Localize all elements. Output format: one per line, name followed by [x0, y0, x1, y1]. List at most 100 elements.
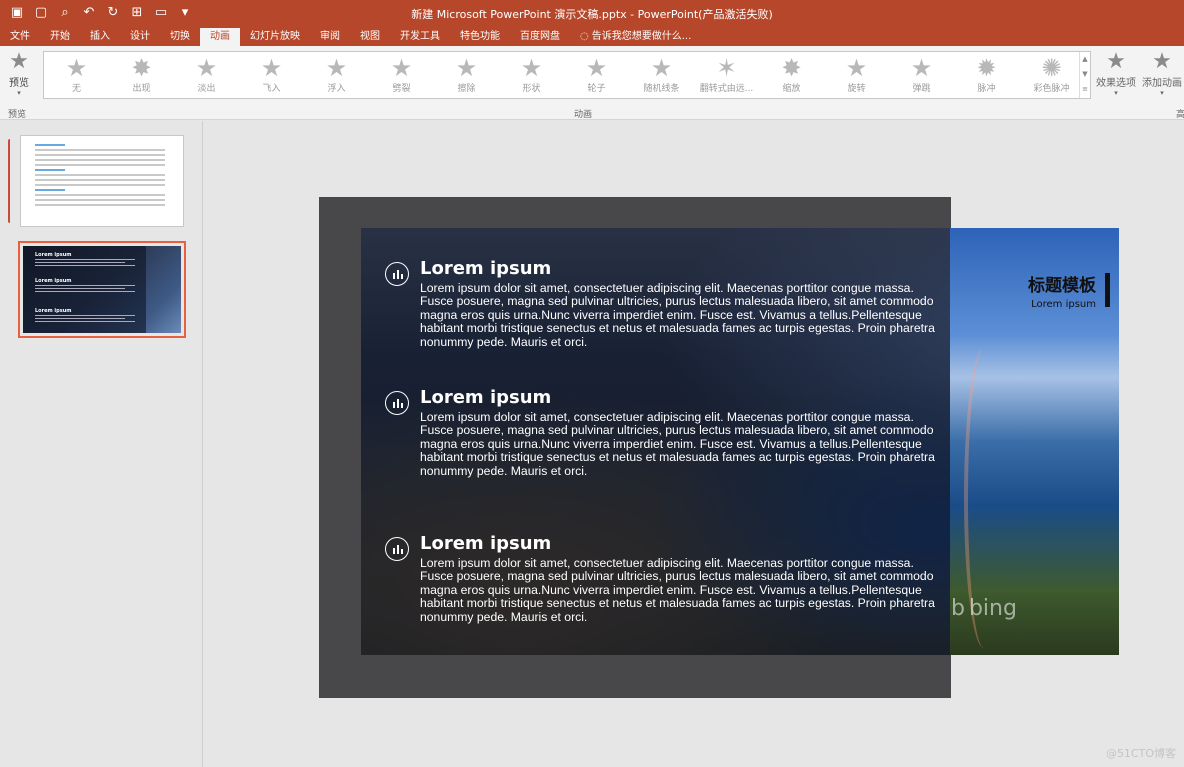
tab-special[interactable]: 特色功能 [450, 28, 510, 46]
thumb2-heading: Lorem ipsum [35, 308, 72, 314]
add-animation-label: 添加动画 [1142, 78, 1182, 89]
thumb-marker [8, 139, 12, 223]
preview-group-label: 预览 [8, 110, 27, 120]
anim-label: 缩放 [782, 84, 801, 94]
star-icon: ✸ [781, 54, 802, 82]
effect-options-label: 效果选项 [1096, 78, 1136, 89]
star-icon: ✸ [131, 54, 152, 82]
animation-gallery: ★ 无 ✸ 出现 ★ 淡出 ★ 飞入 ★ 浮入 ★ 劈裂 ★ 擦除 ★ 形状 ★ 轮子 ★ 随机线条… [43, 51, 1091, 99]
preview-button[interactable]: ★ 预览 ▾ [4, 50, 34, 98]
tab-file[interactable]: 文件 [0, 28, 40, 46]
star-icon: ★ [260, 54, 283, 82]
anim-shape[interactable]: ★ 形状 [499, 52, 564, 98]
advanced-group-label: 高 [1176, 110, 1184, 120]
tab-animations[interactable]: 动画 [200, 28, 240, 46]
slide-heading: 标题模板 [1028, 276, 1096, 296]
anim-fade[interactable]: ★ 淡出 [174, 52, 239, 98]
star-icon: ✶ [716, 54, 737, 82]
gallery-more-icon[interactable]: ≡ [1080, 82, 1090, 97]
effect-options-icon: ★ [1106, 49, 1126, 74]
star-icon: ✺ [1041, 54, 1062, 82]
anim-color-pulse[interactable]: ✺ 彩色脉冲 [1019, 52, 1084, 98]
add-animation-button[interactable]: ★ 添加动画 ▾ [1140, 50, 1184, 97]
tab-insert[interactable]: 插入 [80, 28, 120, 46]
anim-label: 形状 [522, 84, 541, 94]
star-icon: ★ [195, 54, 218, 82]
anim-label: 弹跳 [912, 84, 931, 94]
title-bar: ▣ ▢ ⌕ ↶ ↻ ⊞ ▭ ▾ 新建 Microsoft PowerPoint … [0, 0, 1184, 28]
anim-label: 轮子 [587, 84, 606, 94]
lightbulb-icon: ◌ [580, 31, 589, 42]
tab-baidu[interactable]: 百度网盘 [510, 28, 570, 46]
anim-random-bars[interactable]: ★ 随机线条 [629, 52, 694, 98]
slide-thumbnail-2[interactable]: Lorem ipsum Lorem ipsum Lorem ipsum [18, 241, 186, 338]
anim-label: 旋转 [847, 84, 866, 94]
anim-none[interactable]: ★ 无 [44, 52, 109, 98]
anim-fly-in[interactable]: ★ 飞入 [239, 52, 304, 98]
slide[interactable]: Lorem ipsum Lorem ipsum dolor sit amet, … [361, 228, 1119, 655]
tab-slideshow[interactable]: 幻灯片放映 [240, 28, 310, 46]
bing-logo-icon: b [951, 596, 965, 621]
tab-view[interactable]: 视图 [350, 28, 390, 46]
star-icon: ★ [455, 54, 478, 82]
tell-me-box[interactable]: ◌ 告诉我您想要做什么... [570, 28, 701, 46]
chevron-down-icon: ▾ [1114, 89, 1118, 97]
anim-label: 淡出 [197, 84, 216, 94]
anim-swivel[interactable]: ★ 旋转 [824, 52, 889, 98]
tab-transitions[interactable]: 切换 [160, 28, 200, 46]
anim-pulse[interactable]: ✹ 脉冲 [954, 52, 1019, 98]
section-title: Lorem ipsum [420, 258, 552, 279]
star-icon: ✹ [976, 54, 997, 82]
star-icon: ★ [910, 54, 933, 82]
thumb2-heading: Lorem ipsum [35, 278, 72, 284]
anim-zoom[interactable]: ✸ 缩放 [759, 52, 824, 98]
bing-watermark: b bing [951, 596, 1017, 621]
slide-thumbnails-pane: Lorem ipsum Lorem ipsum Lorem ipsum [0, 121, 203, 767]
animation-group-label: 动画 [574, 110, 593, 120]
tab-design[interactable]: 设计 [120, 28, 160, 46]
add-animation-icon: ★ [1152, 50, 1172, 74]
tab-home[interactable]: 开始 [40, 28, 80, 46]
anim-label: 擦除 [457, 84, 476, 94]
anim-label: 随机线条 [643, 84, 680, 94]
chevron-down-icon: ▾ [17, 89, 21, 97]
tab-developer[interactable]: 开发工具 [390, 28, 450, 46]
bing-text: bing [968, 596, 1017, 621]
star-icon: ★ [390, 54, 413, 82]
anim-bounce[interactable]: ★ 弹跳 [889, 52, 954, 98]
slide-thumbnail-1[interactable] [20, 135, 184, 227]
scroll-down-icon[interactable]: ▼ [1080, 67, 1090, 82]
window-title: 新建 Microsoft PowerPoint 演示文稿.pptx - Powe… [411, 8, 773, 21]
ribbon-tabs: 文件 开始 插入 设计 切换 动画 幻灯片放映 审阅 视图 开发工具 特色功能 … [0, 28, 1184, 46]
gallery-scroll[interactable]: ▲ ▼ ≡ [1079, 52, 1090, 98]
scroll-up-icon[interactable]: ▲ [1080, 52, 1090, 67]
thumb2-heading: Lorem ipsum [35, 252, 72, 258]
anim-label: 出现 [132, 84, 151, 94]
anim-float-in[interactable]: ★ 浮入 [304, 52, 369, 98]
ribbon: ★ 预览 ▾ 预览 ★ 无 ✸ 出现 ★ 淡出 ★ 飞入 ★ 浮入 ★ 劈裂 ★ 擦除 ★ 形状… [0, 46, 1184, 120]
chart-icon [385, 391, 409, 415]
anim-grow-turn[interactable]: ✶ 翻转式由远... [694, 52, 759, 98]
anim-label: 浮入 [327, 84, 346, 94]
anim-wipe[interactable]: ★ 擦除 [434, 52, 499, 98]
star-icon: ★ [650, 54, 673, 82]
star-icon: ★ [845, 54, 868, 82]
anim-appear[interactable]: ✸ 出现 [109, 52, 174, 98]
thumb-text-lines [35, 144, 165, 209]
site-watermark: @51CTO博客 [1105, 747, 1176, 760]
anim-wheel[interactable]: ★ 轮子 [564, 52, 629, 98]
anim-label: 劈裂 [392, 84, 411, 94]
tab-review[interactable]: 审阅 [310, 28, 350, 46]
title-accent-bar [1105, 273, 1110, 307]
slide-subheading: Lorem ipsum [1031, 299, 1096, 310]
anim-label: 翻转式由远... [699, 84, 754, 94]
section-body: Lorem ipsum dolor sit amet, consectetuer… [420, 281, 935, 349]
preview-label: 预览 [9, 78, 29, 89]
chart-icon [385, 537, 409, 561]
effect-options-button[interactable]: ★ 效果选项 ▾ [1094, 49, 1138, 98]
section-body: Lorem ipsum dolor sit amet, consectetuer… [420, 410, 935, 478]
tell-me-text: 告诉我您想要做什么... [591, 31, 692, 42]
anim-label: 彩色脉冲 [1033, 84, 1070, 94]
anim-split[interactable]: ★ 劈裂 [369, 52, 434, 98]
star-icon: ★ [585, 54, 608, 82]
